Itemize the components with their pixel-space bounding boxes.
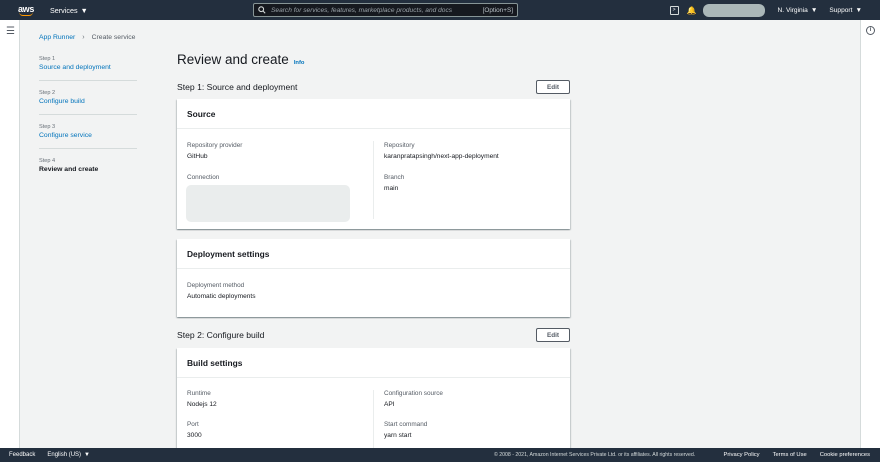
info-icon[interactable]: i xyxy=(866,26,875,35)
repo-provider-field: Repository provider GitHub xyxy=(187,142,242,160)
right-rail: i xyxy=(860,20,880,448)
wizard-step-3[interactable]: Step 3 Configure service xyxy=(39,124,137,149)
wizard-step-1[interactable]: Step 1 Source and deployment xyxy=(39,56,137,81)
cookie-preferences-link[interactable]: Cookie preferences xyxy=(820,452,870,458)
wizard-step-label[interactable]: Configure build xyxy=(39,98,137,105)
support-label: Support xyxy=(829,6,853,14)
step2-header: Step 2: Configure build Edit xyxy=(177,328,570,342)
wizard-step-label-active: Review and create xyxy=(39,166,99,173)
caret-down-icon: ▼ xyxy=(80,5,88,15)
wizard-step-4: Step 4 Review and create xyxy=(39,158,137,182)
wizard-step-number: Step 1 xyxy=(39,56,56,62)
column-divider xyxy=(373,141,374,219)
build-card-title: Build settings xyxy=(187,357,243,368)
runtime-value: Nodejs 12 xyxy=(187,401,217,408)
breadcrumb-create-service: Create service xyxy=(91,34,136,41)
services-menu[interactable]: Services ▼ xyxy=(50,6,88,15)
aws-logo[interactable]: aws xyxy=(6,0,46,20)
bell-icon[interactable]: 🔔 xyxy=(687,6,697,15)
deployment-method-label: Deployment method xyxy=(187,282,245,289)
step1-header: Step 1: Source and deployment Edit xyxy=(177,80,570,94)
privacy-policy-link[interactable]: Privacy Policy xyxy=(723,452,759,458)
wizard-step-number: Step 2 xyxy=(39,90,56,96)
repository-label: Repository xyxy=(384,142,415,149)
repository-value: karanpratapsingh/next-app-deployment xyxy=(384,153,499,160)
wizard-step-label[interactable]: Configure service xyxy=(39,132,137,139)
source-card: Source Repository provider GitHub Connec… xyxy=(177,99,570,229)
info-link[interactable]: Info xyxy=(294,60,305,66)
menu-icon[interactable]: ☰ xyxy=(6,27,15,37)
search-icon xyxy=(258,6,266,14)
caret-down-icon: ▼ xyxy=(855,6,862,14)
port-field: Port 3000 xyxy=(187,421,202,439)
page-title: Review and create xyxy=(177,52,289,67)
deployment-card-title: Deployment settings xyxy=(187,248,270,259)
deployment-method-value: Automatic deployments xyxy=(187,293,256,300)
main-content: Review and create Info xyxy=(177,52,570,67)
wizard-step-2[interactable]: Step 2 Configure build xyxy=(39,90,137,115)
start-command-label: Start command xyxy=(384,421,428,428)
step1-edit-button[interactable]: Edit xyxy=(536,80,570,94)
connection-label: Connection xyxy=(187,174,220,181)
breadcrumb: App Runner › Create service xyxy=(39,34,135,41)
wizard-step-number: Step 4 xyxy=(39,158,56,164)
connection-value-redacted xyxy=(186,185,350,222)
aws-smile-icon xyxy=(19,12,33,16)
runtime-label: Runtime xyxy=(187,390,211,397)
search-shortcut: [Option+S] xyxy=(482,6,513,14)
support-menu[interactable]: Support ▼ xyxy=(829,7,862,14)
feedback-link[interactable]: Feedback xyxy=(9,452,35,458)
port-label: Port xyxy=(187,421,199,428)
config-source-field: Configuration source API xyxy=(384,390,443,408)
connection-field: Connection xyxy=(187,174,219,185)
cloudshell-icon[interactable]: > xyxy=(669,5,679,15)
search-bar[interactable]: Search for services, features, marketpla… xyxy=(253,3,518,17)
page-header: Review and create Info xyxy=(177,52,570,67)
step2-edit-button[interactable]: Edit xyxy=(536,328,570,342)
caret-down-icon: ▼ xyxy=(84,452,90,458)
region-selector[interactable]: N. Virginia ▼ xyxy=(778,7,818,14)
config-source-label: Configuration source xyxy=(384,390,443,397)
wizard-steps: Step 1 Source and deployment Step 2 Conf… xyxy=(39,56,137,191)
left-rail: ☰ xyxy=(0,20,20,448)
repo-provider-label: Repository provider xyxy=(187,142,243,149)
repository-field: Repository karanpratapsingh/next-app-dep… xyxy=(384,142,499,160)
breadcrumb-app-runner[interactable]: App Runner xyxy=(39,34,75,41)
wizard-step-label[interactable]: Source and deployment xyxy=(39,64,137,71)
copyright-text: © 2008 - 2021, Amazon Internet Services … xyxy=(494,452,696,458)
services-label: Services xyxy=(50,5,78,15)
footer: Feedback English (US) ▼ © 2008 - 2021, A… xyxy=(0,448,880,462)
wizard-step-number: Step 3 xyxy=(39,124,56,130)
config-source-value: API xyxy=(384,401,395,408)
branch-value: main xyxy=(384,185,399,192)
build-settings-card: Build settings Runtime Nodejs 12 Port 30… xyxy=(177,348,570,448)
start-command-value: yarn start xyxy=(384,432,412,439)
port-value: 3000 xyxy=(187,432,202,439)
step2-title: Step 2: Configure build xyxy=(177,330,265,340)
region-label: N. Virginia xyxy=(777,6,808,14)
language-label: English (US) xyxy=(47,452,82,458)
repo-provider-value: GitHub xyxy=(187,153,208,160)
start-command-field: Start command yarn start xyxy=(384,421,427,439)
top-navigation: aws Services ▼ Search for services, feat… xyxy=(0,0,880,20)
deployment-settings-card: Deployment settings Deployment method Au… xyxy=(177,239,570,317)
language-selector[interactable]: English (US) ▼ xyxy=(47,452,90,458)
chevron-right-icon: › xyxy=(82,34,85,41)
account-menu[interactable] xyxy=(702,3,765,17)
caret-down-icon: ▼ xyxy=(810,6,818,14)
deployment-method-field: Deployment method Automatic deployments xyxy=(187,282,256,300)
search-placeholder: Search for services, features, marketpla… xyxy=(271,6,453,14)
branch-label: Branch xyxy=(384,174,405,181)
branch-field: Branch main xyxy=(384,174,404,192)
runtime-field: Runtime Nodejs 12 xyxy=(187,390,217,408)
column-divider xyxy=(373,390,374,448)
terms-of-use-link[interactable]: Terms of Use xyxy=(773,452,807,458)
step1-title: Step 1: Source and deployment xyxy=(177,82,298,92)
source-card-title: Source xyxy=(187,108,216,119)
